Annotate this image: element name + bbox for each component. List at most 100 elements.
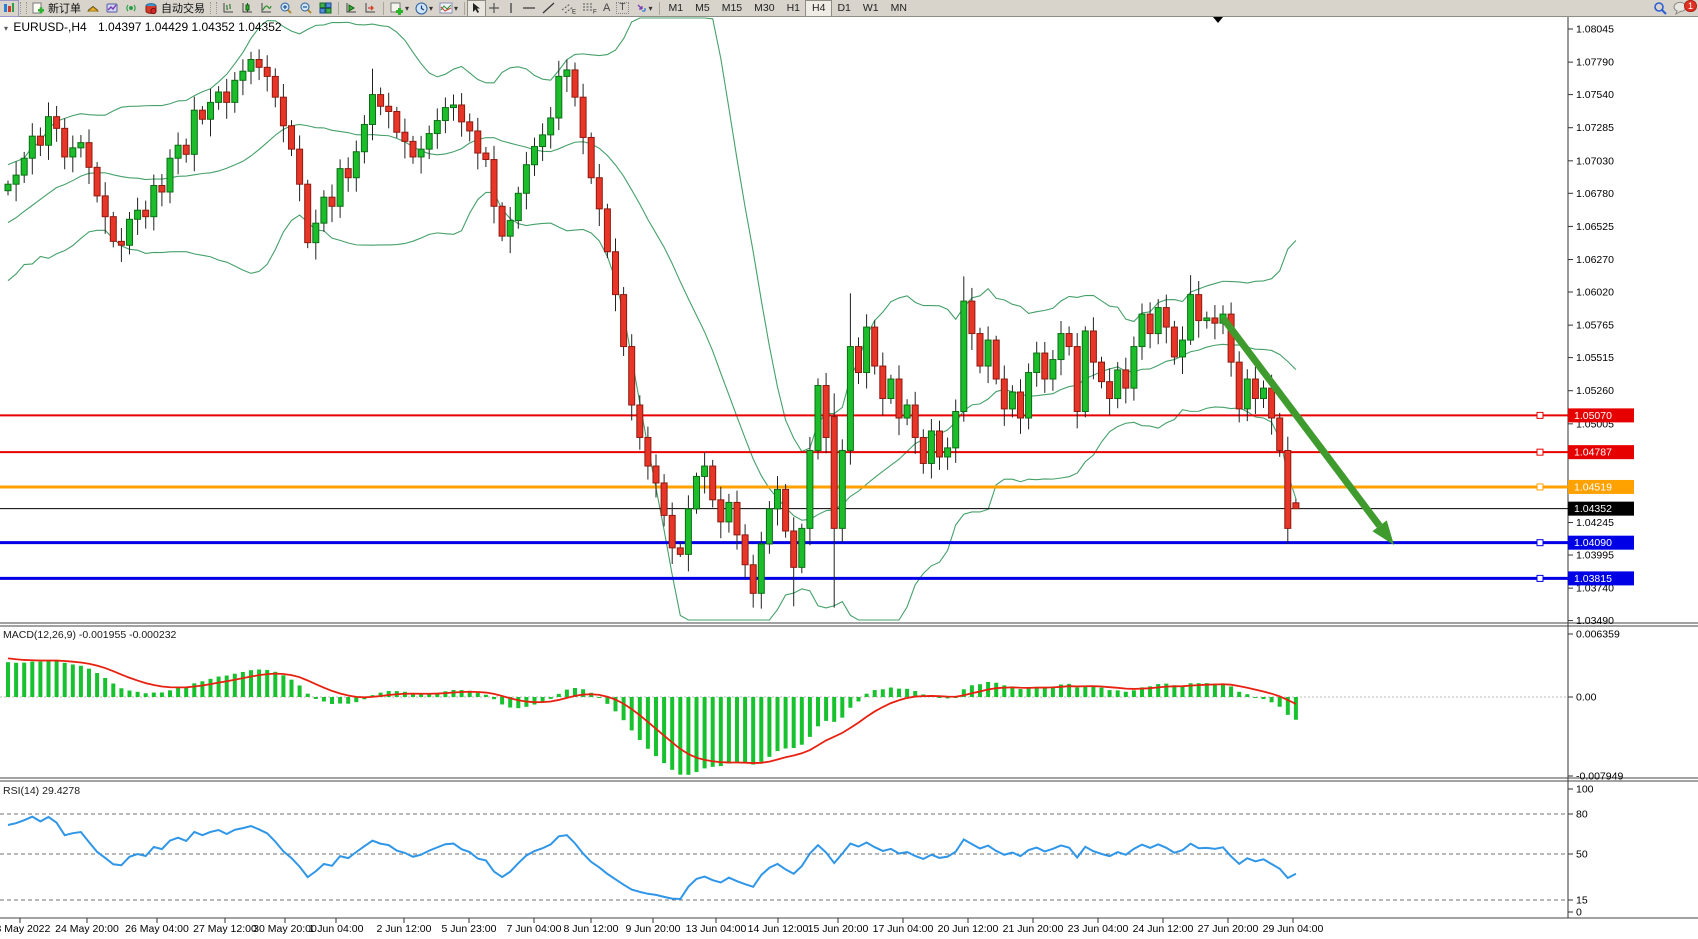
arrows-tool-button[interactable]: ▾ [632,1,656,16]
symbol-period-label: EURUSD-,H4 [13,20,86,34]
chart-symbol-title[interactable]: ▾ EURUSD-,H4 1.04397 1.04429 1.04352 1.0… [4,20,282,34]
mt4-terminal: 新订单 自动交易 [0,0,1698,939]
new-order-button[interactable]: 新订单 [29,1,84,16]
autotrading-label: 自动交易 [161,0,205,16]
new-chart-button[interactable]: ▾ [387,1,412,16]
svg-text:7 Jun 04:00: 7 Jun 04:00 [507,923,562,935]
svg-text:1.03815: 1.03815 [1574,573,1612,585]
symbol-dropdown-icon: ▾ [4,24,8,33]
autotrading-button[interactable]: 自动交易 [141,1,208,16]
timeframe-m15-button[interactable]: M15 [716,1,748,16]
svg-text:1.04245: 1.04245 [1576,517,1614,529]
svg-text:1.08045: 1.08045 [1576,24,1614,36]
period-clock-button[interactable]: ▾ [412,1,436,16]
svg-text:0: 0 [1576,907,1582,919]
equidistant-channel-tool-button[interactable]: E [558,1,579,16]
svg-text:9 Jun 20:00: 9 Jun 20:00 [626,923,681,935]
fibonacci-tool-button[interactable]: F [579,1,600,16]
price-chart-canvas[interactable]: 1.080451.077901.075401.072851.070301.067… [0,0,1698,939]
svg-text:1.05070: 1.05070 [1574,410,1612,422]
svg-text:1.05260: 1.05260 [1576,385,1614,397]
svg-text:20 Jun 12:00: 20 Jun 12:00 [938,923,999,935]
svg-text:15: 15 [1576,895,1588,907]
cursor-tool-button[interactable] [468,1,485,16]
rsi-indicator-label: RSI(14) 29.4278 [3,785,80,797]
svg-text:5 Jun 23:00: 5 Jun 23:00 [442,923,497,935]
svg-text:23 May 2022: 23 May 2022 [0,923,51,935]
svg-text:1.05515: 1.05515 [1576,352,1614,364]
market-watch-icon[interactable] [84,1,103,16]
notification-count-badge: 1 [1684,0,1697,12]
svg-text:29 Jun 04:00: 29 Jun 04:00 [1263,923,1324,935]
macd-values: -0.001955 -0.000232 [79,629,177,641]
timeframe-h4-button[interactable]: H4 [806,1,831,16]
chevron-down-icon: ▾ [429,4,433,13]
svg-text:1.06780: 1.06780 [1576,188,1614,200]
svg-text:100: 100 [1576,784,1594,796]
rsi-value: 29.4278 [42,785,80,797]
svg-text:1.07540: 1.07540 [1576,89,1614,101]
bar-chart-mode-button[interactable] [219,1,238,16]
timeframe-d1-button[interactable]: D1 [831,1,856,16]
svg-text:1.07030: 1.07030 [1576,155,1614,167]
timeframe-m5-button[interactable]: M5 [689,1,716,16]
svg-text:1.04090: 1.04090 [1574,537,1612,549]
svg-text:E: E [572,10,576,15]
tile-windows-button[interactable] [316,1,335,16]
svg-text:30 May 20:00: 30 May 20:00 [253,923,317,935]
timeframe-w1-button[interactable]: W1 [857,1,885,16]
svg-text:1.04352: 1.04352 [1574,503,1612,515]
svg-text:0.006359: 0.006359 [1576,629,1620,641]
svg-text:1.06020: 1.06020 [1576,287,1614,299]
svg-text:1.07790: 1.07790 [1576,57,1614,69]
timeframe-group: M1M5M15M30H1H4D1W1MN [663,1,913,16]
svg-text:80: 80 [1576,809,1588,821]
main-toolbar: 新订单 自动交易 [0,0,1698,17]
timeframe-m30-button[interactable]: M30 [748,1,780,16]
zoom-in-button[interactable] [276,1,296,16]
line-chart-mode-button[interactable] [257,1,276,16]
toolbar-separator [464,2,465,15]
timeframe-mn-button[interactable]: MN [885,1,913,16]
svg-text:-0.007949: -0.007949 [1576,771,1623,783]
svg-text:1.04787: 1.04787 [1574,447,1612,459]
trendline-tool-button[interactable] [539,1,558,16]
svg-text:14 Jun 12:00: 14 Jun 12:00 [748,923,809,935]
svg-text:1 Jun 04:00: 1 Jun 04:00 [309,923,364,935]
indicators-button[interactable]: ▾ [436,1,461,16]
timeframe-m1-button[interactable]: M1 [663,1,690,16]
search-icon[interactable] [1650,1,1670,16]
toolbar-grip [210,2,217,14]
svg-text:21 Jun 20:00: 21 Jun 20:00 [1003,923,1064,935]
new-order-label: 新订单 [48,0,81,16]
svg-text:13 Jun 04:00: 13 Jun 04:00 [686,923,747,935]
zoom-out-button[interactable] [296,1,316,16]
chart-logo-icon[interactable] [0,1,18,16]
toolbar-separator [659,2,660,15]
toolbar-separator [338,2,339,15]
macd-indicator-label: MACD(12,26,9) -0.001955 -0.000232 [3,629,176,641]
crosshair-tool-button[interactable] [485,1,503,16]
sound-alert-icon[interactable] [122,1,141,16]
chart-shift-button[interactable] [342,1,361,16]
horizontal-line-tool-button[interactable] [519,1,539,16]
text-label-tool-button[interactable]: T [613,1,631,16]
candlestick-mode-button[interactable] [238,1,257,16]
ohlc-values: 1.04397 1.04429 1.04352 1.04352 [98,20,282,34]
text-tool-button[interactable]: A [600,1,613,16]
profiles-icon[interactable] [103,1,122,16]
notifications-chat-icon[interactable]: 1 [1670,1,1692,16]
svg-text:24 May 20:00: 24 May 20:00 [55,923,119,935]
svg-text:1.05765: 1.05765 [1576,320,1614,332]
svg-text:17 Jun 04:00: 17 Jun 04:00 [873,923,934,935]
toolbar-separator [383,2,384,15]
auto-scroll-button[interactable] [361,1,380,16]
svg-text:23 Jun 04:00: 23 Jun 04:00 [1068,923,1129,935]
chevron-down-icon: ▾ [649,4,653,13]
vertical-line-tool-button[interactable] [503,1,519,16]
timeframe-h1-button[interactable]: H1 [781,1,806,16]
svg-text:1.03490: 1.03490 [1576,615,1614,627]
svg-text:1.03995: 1.03995 [1576,550,1614,562]
svg-text:26 May 04:00: 26 May 04:00 [125,923,189,935]
chevron-down-icon: ▾ [454,4,458,13]
